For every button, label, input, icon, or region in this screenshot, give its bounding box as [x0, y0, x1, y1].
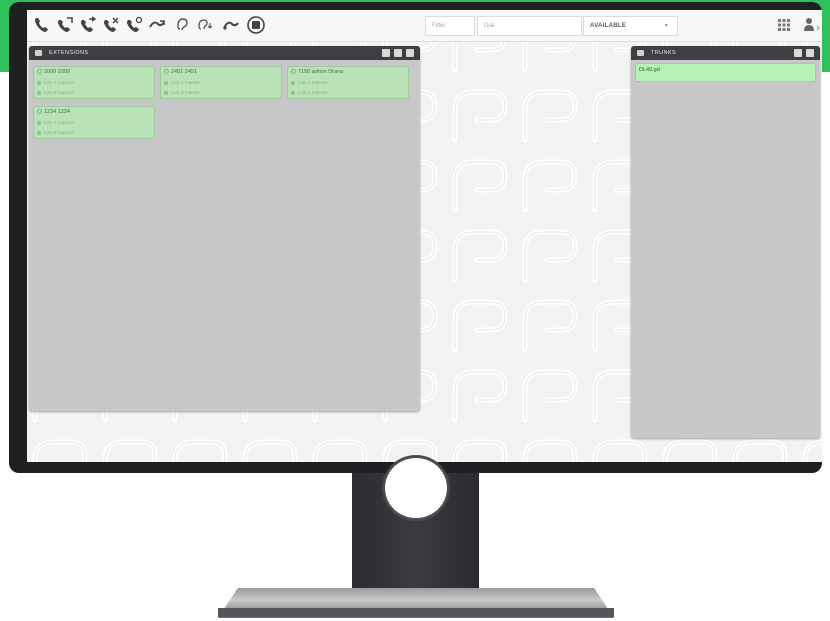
- extension-line-status: Line 1 Inactive: [44, 120, 74, 125]
- presence-icon: [291, 69, 296, 74]
- user-menu-icon[interactable]: [803, 17, 821, 33]
- extension-card[interactable]: 1234 1234 Line 1 Inactive Line 2 Inactiv…: [33, 106, 155, 139]
- extension-line-status: Line 1 Inactive: [44, 80, 74, 85]
- grid-menu-icon[interactable]: [777, 18, 791, 32]
- trunk-name: DL40.gd: [639, 67, 660, 73]
- extension-line-status: Line 2 Inactive: [298, 90, 328, 95]
- line-phone-icon: [291, 91, 295, 95]
- lock-icon[interactable]: [806, 49, 814, 57]
- trunk-row[interactable]: DL40.gd: [635, 63, 816, 82]
- panel-icon: [35, 50, 42, 56]
- extension-line-status: Line 2 Inactive: [44, 130, 74, 135]
- operator-panel-screen: Filter Dial AVAILABLE ▼ EXTENSIONS 2000 …: [27, 10, 822, 462]
- extension-line-status: Line 1 Inactive: [298, 80, 328, 85]
- record-icon[interactable]: [245, 14, 267, 36]
- phone-pickup-icon[interactable]: [123, 14, 145, 36]
- filter-input[interactable]: Filter: [425, 16, 475, 36]
- extension-card-title: 2451 2451: [171, 69, 197, 75]
- chevron-down-icon: ▼: [663, 23, 669, 29]
- monitor-stand-base-edge: [218, 608, 614, 617]
- extension-line-status: Line 2 Inactive: [44, 90, 74, 95]
- panel-window-icon[interactable]: [394, 49, 402, 57]
- dial-input[interactable]: Dial: [477, 16, 582, 36]
- top-toolbar: Filter Dial AVAILABLE ▼: [27, 10, 822, 42]
- extension-card-title: 2000 2000: [44, 69, 70, 75]
- call-merge-icon[interactable]: [146, 14, 168, 36]
- status-select[interactable]: AVAILABLE ▼: [583, 16, 678, 36]
- line-phone-icon: [291, 81, 295, 85]
- line-phone-icon: [164, 91, 168, 95]
- extensions-panel: EXTENSIONS 2000 2000 Line 1 Inactive Lin…: [29, 46, 420, 411]
- phone-transfer-icon[interactable]: [77, 14, 99, 36]
- phone-park-icon[interactable]: [100, 14, 122, 36]
- monitor-stand-cable-hole: [382, 455, 450, 521]
- trunks-panel-title: TRUNKS: [651, 50, 677, 56]
- presence-icon: [37, 109, 42, 114]
- trunks-panel: TRUNKS DL40.gd: [631, 46, 820, 438]
- line-phone-icon: [37, 91, 41, 95]
- line-phone-icon: [37, 131, 41, 135]
- listen-ear-icon[interactable]: [172, 14, 194, 36]
- extensions-panel-header: EXTENSIONS: [29, 46, 420, 60]
- presence-icon: [164, 69, 169, 74]
- lock-icon[interactable]: [406, 49, 414, 57]
- extension-card[interactable]: 2000 2000 Line 1 Inactive Line 2 Inactiv…: [33, 66, 155, 99]
- line-phone-icon: [37, 121, 41, 125]
- filter-toggle-icon[interactable]: [382, 49, 390, 57]
- phone-forward-icon[interactable]: [54, 14, 76, 36]
- presence-icon: [37, 69, 42, 74]
- line-phone-icon: [37, 81, 41, 85]
- monitor-bezel: Filter Dial AVAILABLE ▼ EXTENSIONS 2000 …: [9, 2, 822, 473]
- phone-call-icon[interactable]: [31, 14, 53, 36]
- extension-card-title: 1234 1234: [44, 109, 70, 115]
- panel-window-icon[interactable]: [794, 49, 802, 57]
- trunks-panel-header: TRUNKS: [631, 46, 820, 60]
- extension-card[interactable]: 2451 2451 Line 1 Inactive Line 2 Inactiv…: [160, 66, 282, 99]
- extension-card[interactable]: 7150 admin Drana Line 1 Inactive Line 2 …: [287, 66, 409, 99]
- extension-line-status: Line 1 Inactive: [171, 80, 201, 85]
- status-select-value: AVAILABLE: [590, 23, 627, 29]
- extensions-panel-title: EXTENSIONS: [49, 50, 89, 56]
- extension-card-title: 7150 admin Drana: [298, 69, 344, 75]
- extension-line-status: Line 2 Inactive: [171, 90, 201, 95]
- line-phone-icon: [164, 81, 168, 85]
- call-redirect-icon[interactable]: [220, 14, 242, 36]
- panel-icon: [637, 50, 644, 56]
- whisper-icon[interactable]: [195, 14, 217, 36]
